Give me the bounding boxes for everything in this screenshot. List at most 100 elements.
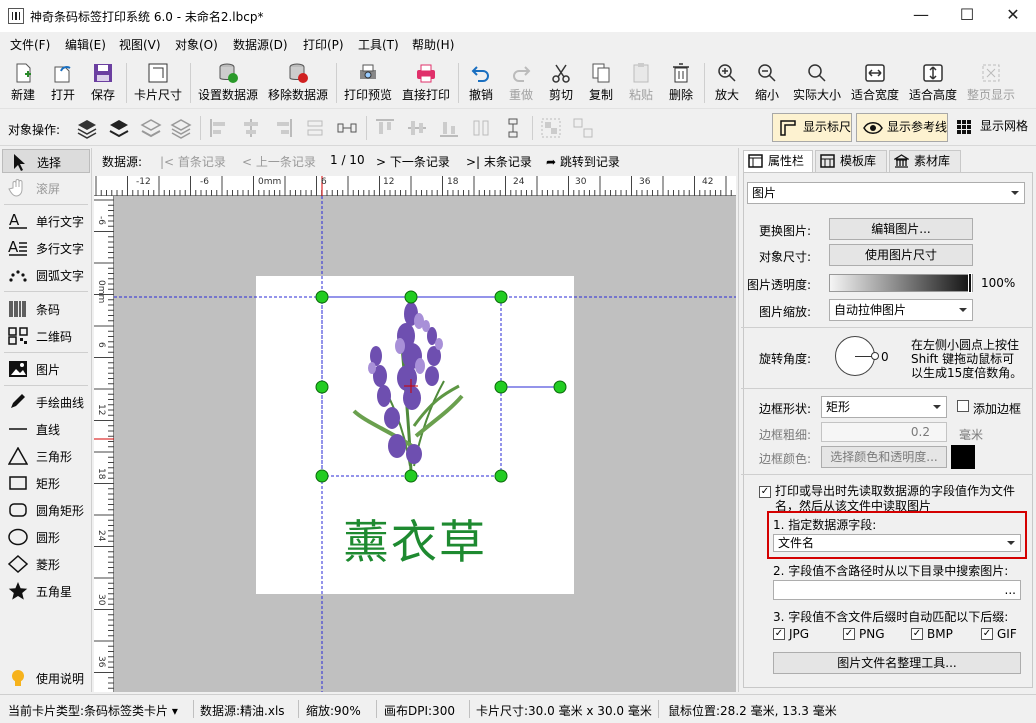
- opacity-slider[interactable]: [829, 273, 973, 293]
- tool-rectangle[interactable]: 矩形: [2, 471, 90, 495]
- tool-arc-text[interactable]: 圆弧文字: [2, 263, 90, 287]
- show-grid-toggle[interactable]: 显示网格: [952, 113, 1034, 142]
- set-datasource-button[interactable]: 设置数据源: [196, 60, 260, 106]
- card-type-status[interactable]: 当前卡片类型:条码标签类卡片 ▾: [8, 702, 178, 719]
- rotation-dial[interactable]: [835, 336, 879, 376]
- zoom-out-button[interactable]: 缩小: [750, 60, 784, 106]
- distribute-vertical-icon[interactable]: [502, 117, 524, 139]
- fit-width-button[interactable]: 适合宽度: [848, 60, 902, 106]
- menu-help[interactable]: 帮助(H): [412, 36, 454, 53]
- edit-image-button[interactable]: 编辑图片...: [829, 218, 973, 240]
- paste-button[interactable]: 粘贴: [624, 60, 658, 106]
- border-color-swatch[interactable]: [951, 445, 975, 469]
- tool-scroll[interactable]: 滚屏: [2, 176, 90, 200]
- print-preview-button[interactable]: 打印预览: [342, 60, 394, 106]
- tool-single-text[interactable]: A 单行文字: [2, 209, 90, 233]
- prev-record-button[interactable]: < 上一条记录: [242, 153, 316, 170]
- next-record-button[interactable]: > 下一条记录: [376, 153, 450, 170]
- maximize-button[interactable]: ☐: [944, 0, 990, 32]
- lavender-image[interactable]: [352, 302, 464, 475]
- datasource-field-select[interactable]: 文件名: [773, 534, 1021, 552]
- align-center-icon[interactable]: [240, 117, 262, 139]
- align-left-icon[interactable]: [208, 117, 230, 139]
- align-right-icon[interactable]: [272, 117, 294, 139]
- tool-qrcode[interactable]: 二维码: [2, 324, 90, 348]
- minimize-button[interactable]: —: [898, 0, 944, 32]
- remove-datasource-button[interactable]: 移除数据源: [266, 60, 330, 106]
- tool-diamond[interactable]: 菱形: [2, 552, 90, 576]
- direct-print-button[interactable]: 直接打印: [400, 60, 452, 106]
- tool-select[interactable]: 选择: [2, 149, 90, 173]
- menu-datasource[interactable]: 数据源(D): [233, 36, 288, 53]
- border-width-input[interactable]: 0.2: [821, 422, 947, 442]
- cut-button[interactable]: 剪切: [544, 60, 578, 106]
- zoom-in-button[interactable]: 放大: [710, 60, 744, 106]
- organize-filenames-button[interactable]: 图片文件名整理工具...: [773, 652, 1021, 674]
- tool-circle[interactable]: 圆形: [2, 525, 90, 549]
- undo-button[interactable]: 撤销: [464, 60, 498, 106]
- jump-record-button[interactable]: ➦ 跳转到记录: [546, 153, 620, 170]
- same-width-icon[interactable]: [304, 117, 326, 139]
- save-button[interactable]: 保存: [86, 60, 120, 106]
- align-bottom-icon[interactable]: [438, 117, 460, 139]
- ext-bmp-checkbox[interactable]: ✓: [911, 628, 923, 640]
- align-top-icon[interactable]: [374, 117, 396, 139]
- read-from-datasource-checkbox[interactable]: ✓: [759, 486, 771, 498]
- menu-object[interactable]: 对象(O): [175, 36, 218, 53]
- ext-gif-checkbox[interactable]: ✓: [981, 628, 993, 640]
- bring-to-front-icon[interactable]: [76, 117, 98, 139]
- ungroup-icon[interactable]: [572, 117, 594, 139]
- menu-view[interactable]: 视图(V): [119, 36, 161, 53]
- border-shape-select[interactable]: 矩形: [821, 396, 947, 418]
- send-to-back-icon[interactable]: [170, 117, 192, 139]
- actual-size-button[interactable]: 实际大小: [790, 60, 844, 106]
- tool-multi-text[interactable]: A 多行文字: [2, 236, 90, 260]
- tool-image[interactable]: 图片: [2, 357, 90, 381]
- use-image-size-button[interactable]: 使用图片尺寸: [829, 244, 973, 266]
- align-middle-icon[interactable]: [406, 117, 428, 139]
- tool-rounded-rect[interactable]: 圆角矩形: [2, 498, 90, 522]
- distribute-horizontal-icon[interactable]: [336, 117, 358, 139]
- last-record-button[interactable]: >| 末条记录: [466, 153, 532, 170]
- tool-freehand[interactable]: 手绘曲线: [2, 390, 90, 414]
- tool-triangle[interactable]: 三角形: [2, 444, 90, 468]
- search-dir-input[interactable]: ...: [773, 580, 1021, 600]
- same-height-icon[interactable]: [470, 117, 492, 139]
- delete-button[interactable]: 删除: [664, 60, 698, 106]
- tab-properties[interactable]: 属性栏: [743, 150, 813, 172]
- tool-help[interactable]: 使用说明: [2, 666, 90, 690]
- first-record-button[interactable]: |< 首条记录: [160, 153, 226, 170]
- send-backward-icon[interactable]: [140, 117, 162, 139]
- tab-templates[interactable]: 模板库: [815, 150, 887, 172]
- browse-dir-button[interactable]: ...: [1005, 583, 1016, 597]
- add-border-checkbox[interactable]: [957, 400, 969, 412]
- close-button[interactable]: ✕: [990, 0, 1036, 32]
- object-type-select[interactable]: 图片: [747, 182, 1025, 204]
- fit-page-button[interactable]: 整页显示: [964, 60, 1018, 106]
- show-guides-toggle[interactable]: 显示参考线: [856, 113, 948, 142]
- rotation-dial-knob[interactable]: [871, 352, 879, 360]
- new-button[interactable]: 新建: [6, 60, 40, 106]
- fit-height-button[interactable]: 适合高度: [906, 60, 960, 106]
- border-color-button[interactable]: 选择颜色和透明度...: [821, 446, 947, 468]
- redo-button[interactable]: 重做: [504, 60, 538, 106]
- copy-button[interactable]: 复制: [584, 60, 618, 106]
- group-icon[interactable]: [540, 117, 562, 139]
- opacity-slider-thumb[interactable]: [968, 273, 972, 293]
- menu-file[interactable]: 文件(F): [10, 36, 50, 53]
- tool-line[interactable]: 直线: [2, 417, 90, 441]
- menu-edit[interactable]: 编辑(E): [65, 36, 106, 53]
- menu-tools[interactable]: 工具(T): [358, 36, 399, 53]
- card-size-button[interactable]: 卡片尺寸: [132, 60, 184, 106]
- ext-png-checkbox[interactable]: ✓: [843, 628, 855, 640]
- tab-assets[interactable]: 素材库: [889, 150, 961, 172]
- design-canvas[interactable]: 薰衣草: [114, 196, 736, 692]
- scale-select[interactable]: 自动拉伸图片: [829, 299, 973, 321]
- tool-barcode[interactable]: 条码: [2, 297, 90, 321]
- bring-forward-icon[interactable]: [108, 117, 130, 139]
- tool-star[interactable]: 五角星: [2, 579, 90, 603]
- menu-print[interactable]: 打印(P): [303, 36, 344, 53]
- ext-jpg-checkbox[interactable]: ✓: [773, 628, 785, 640]
- show-ruler-toggle[interactable]: 显示标尺: [772, 113, 852, 142]
- open-button[interactable]: 打开: [46, 60, 80, 106]
